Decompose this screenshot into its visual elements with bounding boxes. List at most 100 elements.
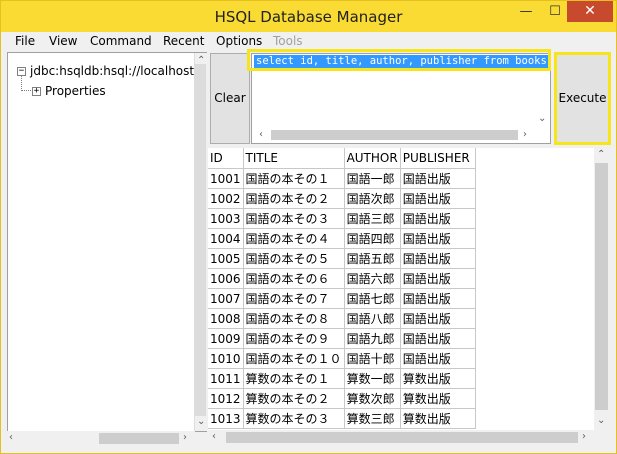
cell-title[interactable]: 国語の本その９ [243, 328, 345, 349]
column-header-author[interactable]: AUTHOR [344, 148, 401, 169]
cell-title[interactable]: 国語の本その６ [243, 268, 345, 289]
cell-author[interactable]: 算数次郎 [344, 388, 401, 409]
maximize-icon[interactable]: ☐ [541, 1, 569, 22]
cell-id[interactable]: 1010 [208, 348, 244, 369]
cell-author[interactable]: 国語六郎 [344, 268, 401, 289]
cell-author[interactable]: 国語三郎 [344, 208, 401, 229]
tree-vertical-scroll-thumb[interactable] [195, 64, 206, 416]
sql-scroll-left-icon[interactable]: ‹ [259, 129, 263, 141]
minimize-icon[interactable]: — [512, 1, 540, 22]
cell-author[interactable]: 国語八郎 [344, 308, 401, 329]
close-icon[interactable]: ✕ [567, 1, 613, 22]
cell-title[interactable]: 国語の本その８ [243, 308, 345, 329]
cell-author[interactable]: 算数一郎 [344, 368, 401, 389]
cell-id[interactable]: 1005 [208, 248, 244, 269]
column-header-publisher[interactable]: PUBLISHER [400, 148, 476, 169]
cell-publisher[interactable]: 算数出版 [400, 388, 476, 409]
column-header-title[interactable]: TITLE [243, 148, 345, 169]
cell-id[interactable]: 1011 [208, 368, 244, 389]
sql-horizontal-scroll-thumb[interactable] [271, 130, 518, 140]
cell-title[interactable]: 国語の本その１０ [243, 348, 345, 369]
scroll-down-arrow-icon[interactable]: ⌄ [197, 416, 205, 428]
cell-publisher[interactable]: 算数出版 [400, 368, 476, 389]
cell-id[interactable]: 1008 [208, 308, 244, 329]
tree-node-properties[interactable]: + Properties [32, 84, 106, 98]
menu-command[interactable]: Command [90, 34, 152, 48]
cell-publisher[interactable]: 国語出版 [400, 188, 476, 209]
cell-publisher[interactable]: 国語出版 [400, 228, 476, 249]
tree-node-connection[interactable]: − jdbc:hsqldb:hsql://localhost/ [17, 64, 198, 78]
cell-title[interactable]: 国語の本その２ [243, 188, 345, 209]
table-row[interactable]: 1009 国語の本その９ 国語九郎 国語出版 [208, 328, 476, 349]
results-horizontal-scrollbar[interactable]: ‹ › [208, 430, 594, 445]
sql-horizontal-scrollbar[interactable]: ‹ › [257, 128, 533, 142]
cell-id[interactable]: 1006 [208, 268, 244, 289]
menu-recent[interactable]: Recent [163, 34, 204, 48]
table-row[interactable]: 1003 国語の本その３ 国語三郎 国語出版 [208, 208, 476, 229]
cell-title[interactable]: 国語の本その４ [243, 228, 345, 249]
table-row[interactable]: 1006 国語の本その６ 国語六郎 国語出版 [208, 268, 476, 289]
scroll-left-arrow-icon[interactable]: ‹ [9, 432, 13, 444]
cell-id[interactable]: 1009 [208, 328, 244, 349]
cell-author[interactable]: 国語四郎 [344, 228, 401, 249]
execute-button[interactable]: Execute [554, 52, 611, 145]
results-vertical-scroll-thumb[interactable] [595, 163, 608, 410]
column-header-id[interactable]: ID [208, 148, 244, 169]
menu-file[interactable]: File [15, 34, 35, 48]
cell-publisher[interactable]: 国語出版 [400, 168, 476, 189]
results-horizontal-scroll-thumb[interactable] [226, 432, 578, 443]
cell-publisher[interactable]: 国語出版 [400, 208, 476, 229]
menu-options[interactable]: Options [216, 34, 262, 48]
table-row[interactable]: 1007 国語の本その７ 国語七郎 国語出版 [208, 288, 476, 309]
results-scroll-right-icon[interactable]: › [582, 431, 586, 443]
table-row[interactable]: 1001 国語の本その１ 国語一郎 国語出版 [208, 168, 476, 189]
clear-button[interactable]: Clear [210, 53, 250, 144]
table-row[interactable]: 1002 国語の本その２ 国語次郎 国語出版 [208, 188, 476, 209]
table-row[interactable]: 1011 算数の本その１ 算数一郎 算数出版 [208, 368, 476, 389]
cell-author[interactable]: 国語五郎 [344, 248, 401, 269]
cell-id[interactable]: 1012 [208, 388, 244, 409]
cell-id[interactable]: 1002 [208, 188, 244, 209]
cell-publisher[interactable]: 国語出版 [400, 328, 476, 349]
cell-publisher[interactable]: 国語出版 [400, 268, 476, 289]
cell-id[interactable]: 1003 [208, 208, 244, 229]
table-row[interactable]: 1010 国語の本その１０ 国語十郎 国語出版 [208, 348, 476, 369]
cell-author[interactable]: 国語九郎 [344, 328, 401, 349]
cell-author[interactable]: 国語七郎 [344, 288, 401, 309]
cell-title[interactable]: 国語の本その１ [243, 168, 345, 189]
cell-title[interactable]: 算数の本その２ [243, 388, 345, 409]
table-row[interactable]: 1005 国語の本その５ 国語五郎 国語出版 [208, 248, 476, 269]
cell-publisher[interactable]: 国語出版 [400, 288, 476, 309]
results-scroll-down-icon[interactable]: ⌄ [597, 415, 605, 427]
cell-id[interactable]: 1001 [208, 168, 244, 189]
table-row[interactable]: 1004 国語の本その４ 国語四郎 国語出版 [208, 228, 476, 249]
collapse-icon[interactable]: − [17, 67, 26, 76]
cell-title[interactable]: 算数の本その３ [243, 408, 345, 429]
results-scroll-up-icon[interactable]: ⌃ [597, 149, 605, 161]
cell-title[interactable]: 国語の本その３ [243, 208, 345, 229]
cell-author[interactable]: 国語一郎 [344, 168, 401, 189]
cell-id[interactable]: 1007 [208, 288, 244, 309]
cell-title[interactable]: 国語の本その５ [243, 248, 345, 269]
tree-horizontal-scrollbar[interactable]: ‹ › [7, 431, 195, 445]
table-row[interactable]: 1008 国語の本その８ 国語八郎 国語出版 [208, 308, 476, 329]
cell-id[interactable]: 1013 [208, 408, 244, 429]
title-bar[interactable]: HSQL Database Manager — ☐ ✕ [1, 1, 616, 32]
sql-scroll-right-icon[interactable]: › [523, 129, 527, 141]
table-row[interactable]: 1013 算数の本その３ 算数三郎 算数出版 [208, 408, 476, 429]
cell-author[interactable]: 国語次郎 [344, 188, 401, 209]
scroll-up-arrow-icon[interactable]: ⌃ [197, 55, 205, 67]
cell-publisher[interactable]: 算数出版 [400, 408, 476, 429]
cell-publisher[interactable]: 国語出版 [400, 308, 476, 329]
cell-author[interactable]: 算数三郎 [344, 408, 401, 429]
results-scroll-left-icon[interactable]: ‹ [212, 431, 216, 443]
cell-author[interactable]: 国語十郎 [344, 348, 401, 369]
scroll-right-arrow-icon[interactable]: › [183, 432, 187, 444]
sql-scroll-down-icon[interactable]: ⌄ [538, 113, 546, 125]
cell-title[interactable]: 国語の本その７ [243, 288, 345, 309]
tree-horizontal-scroll-thumb[interactable] [99, 433, 179, 444]
cell-title[interactable]: 算数の本その１ [243, 368, 345, 389]
table-row[interactable]: 1012 算数の本その２ 算数次郎 算数出版 [208, 388, 476, 409]
menu-view[interactable]: View [49, 34, 77, 48]
cell-publisher[interactable]: 国語出版 [400, 348, 476, 369]
